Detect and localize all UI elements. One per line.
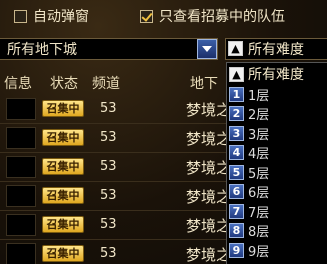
dungeon-cell: 梦境之 bbox=[186, 217, 232, 235]
floor-number-icon: 8 bbox=[229, 223, 244, 238]
status-badge: 召集中 bbox=[42, 216, 84, 233]
floor-number-icon: 2 bbox=[229, 106, 244, 121]
auto-popup-checkbox[interactable]: 自动弹窗 bbox=[14, 6, 89, 26]
difficulty-option-all[interactable]: ▲ 所有难度 bbox=[229, 65, 304, 83]
floor-number-icon: 6 bbox=[229, 184, 244, 199]
info-cell bbox=[6, 214, 36, 236]
status-badge: 召集中 bbox=[42, 100, 84, 117]
difficulty-option-floor[interactable]: 6 6层 bbox=[229, 183, 269, 201]
status-badge: 召集中 bbox=[42, 129, 84, 146]
difficulty-option-floor[interactable]: 4 4层 bbox=[229, 144, 269, 162]
status-badge: 召集中 bbox=[42, 158, 84, 175]
difficulty-option-label: 2层 bbox=[248, 108, 270, 123]
difficulty-option-floor[interactable]: 5 5层 bbox=[229, 163, 270, 182]
info-cell bbox=[6, 98, 36, 120]
status-badge: 召集中 bbox=[42, 187, 84, 204]
dungeon-cell: 梦境之 bbox=[186, 159, 232, 177]
difficulty-option-floor[interactable]: 1 1层 bbox=[229, 85, 270, 104]
dropdown-arrow-icon[interactable] bbox=[197, 39, 217, 59]
difficulty-option-label: 5层 bbox=[248, 166, 270, 182]
difficulty-option-floor[interactable]: 2 2层 bbox=[229, 105, 269, 123]
difficulty-option-floor[interactable]: 8 8层 bbox=[229, 222, 269, 240]
floor-number-icon: 5 bbox=[229, 164, 244, 180]
info-cell bbox=[6, 156, 36, 178]
difficulty-select[interactable]: ▲ 所有难度 bbox=[225, 38, 327, 60]
filter-bar: 自动弹窗 只查看招募中的队伍 bbox=[0, 0, 327, 36]
difficulty-option-label: 9层 bbox=[248, 244, 270, 260]
difficulty-option-label: 3层 bbox=[248, 127, 270, 143]
channel-cell: 53 bbox=[100, 188, 117, 203]
difficulty-option-label: 所有难度 bbox=[248, 67, 304, 83]
checkbox-box[interactable] bbox=[14, 9, 27, 23]
party-finder-window: 自动弹窗 只查看招募中的队伍 所有地下城 ▲ 所有难度 信息 状态 频道 地下 … bbox=[0, 0, 327, 264]
difficulty-dropdown-list: ▲ 所有难度 1 1层 2 2层 3 3层 4 4层 5 5层 6 6层 7 7层 8 8层 9 9层 bbox=[226, 62, 327, 264]
dungeon-cell: 梦境之 bbox=[186, 101, 232, 119]
caret-up-icon: ▲ bbox=[229, 66, 244, 82]
floor-number-icon: 3 bbox=[229, 125, 244, 141]
floor-number-icon: 4 bbox=[229, 145, 244, 160]
header-dungeon[interactable]: 地下 bbox=[190, 73, 218, 93]
info-cell bbox=[6, 185, 36, 207]
dungeon-cell: 梦境之 bbox=[186, 130, 232, 148]
floor-number-icon: 9 bbox=[229, 242, 244, 258]
auto-popup-label: 自动弹窗 bbox=[33, 9, 89, 25]
difficulty-option-label: 4层 bbox=[248, 147, 270, 162]
info-cell bbox=[6, 243, 36, 264]
status-badge: 召集中 bbox=[42, 245, 84, 262]
recruiting-only-label: 只查看招募中的队伍 bbox=[159, 9, 285, 25]
header-info[interactable]: 信息 bbox=[4, 73, 32, 93]
floor-number-icon: 1 bbox=[229, 86, 244, 102]
caret-up-icon: ▲ bbox=[228, 41, 243, 56]
difficulty-option-label: 7层 bbox=[248, 205, 270, 221]
difficulty-select-value: 所有难度 bbox=[248, 42, 304, 58]
recruiting-only-checkbox[interactable]: 只查看招募中的队伍 bbox=[140, 6, 285, 26]
difficulty-option-label: 1层 bbox=[248, 88, 270, 104]
channel-cell: 53 bbox=[100, 217, 117, 232]
channel-cell: 53 bbox=[100, 159, 117, 174]
dungeon-select[interactable]: 所有地下城 bbox=[0, 38, 218, 60]
dungeon-cell: 梦境之 bbox=[186, 246, 232, 264]
channel-cell: 53 bbox=[100, 130, 117, 145]
floor-number-icon: 7 bbox=[229, 203, 244, 219]
difficulty-option-label: 6层 bbox=[248, 186, 270, 201]
info-cell bbox=[6, 127, 36, 149]
checkbox-box-checked[interactable] bbox=[140, 9, 153, 23]
dungeon-cell: 梦境之 bbox=[186, 188, 232, 206]
header-channel[interactable]: 频道 bbox=[92, 73, 120, 93]
header-status[interactable]: 状态 bbox=[50, 73, 78, 93]
dungeon-select-value: 所有地下城 bbox=[7, 42, 77, 58]
difficulty-option-floor[interactable]: 9 9层 bbox=[229, 241, 270, 260]
difficulty-option-floor[interactable]: 3 3层 bbox=[229, 124, 270, 143]
channel-cell: 53 bbox=[100, 101, 117, 116]
difficulty-option-label: 8层 bbox=[248, 225, 270, 240]
channel-cell: 53 bbox=[100, 246, 117, 261]
difficulty-option-floor[interactable]: 7 7层 bbox=[229, 202, 270, 221]
